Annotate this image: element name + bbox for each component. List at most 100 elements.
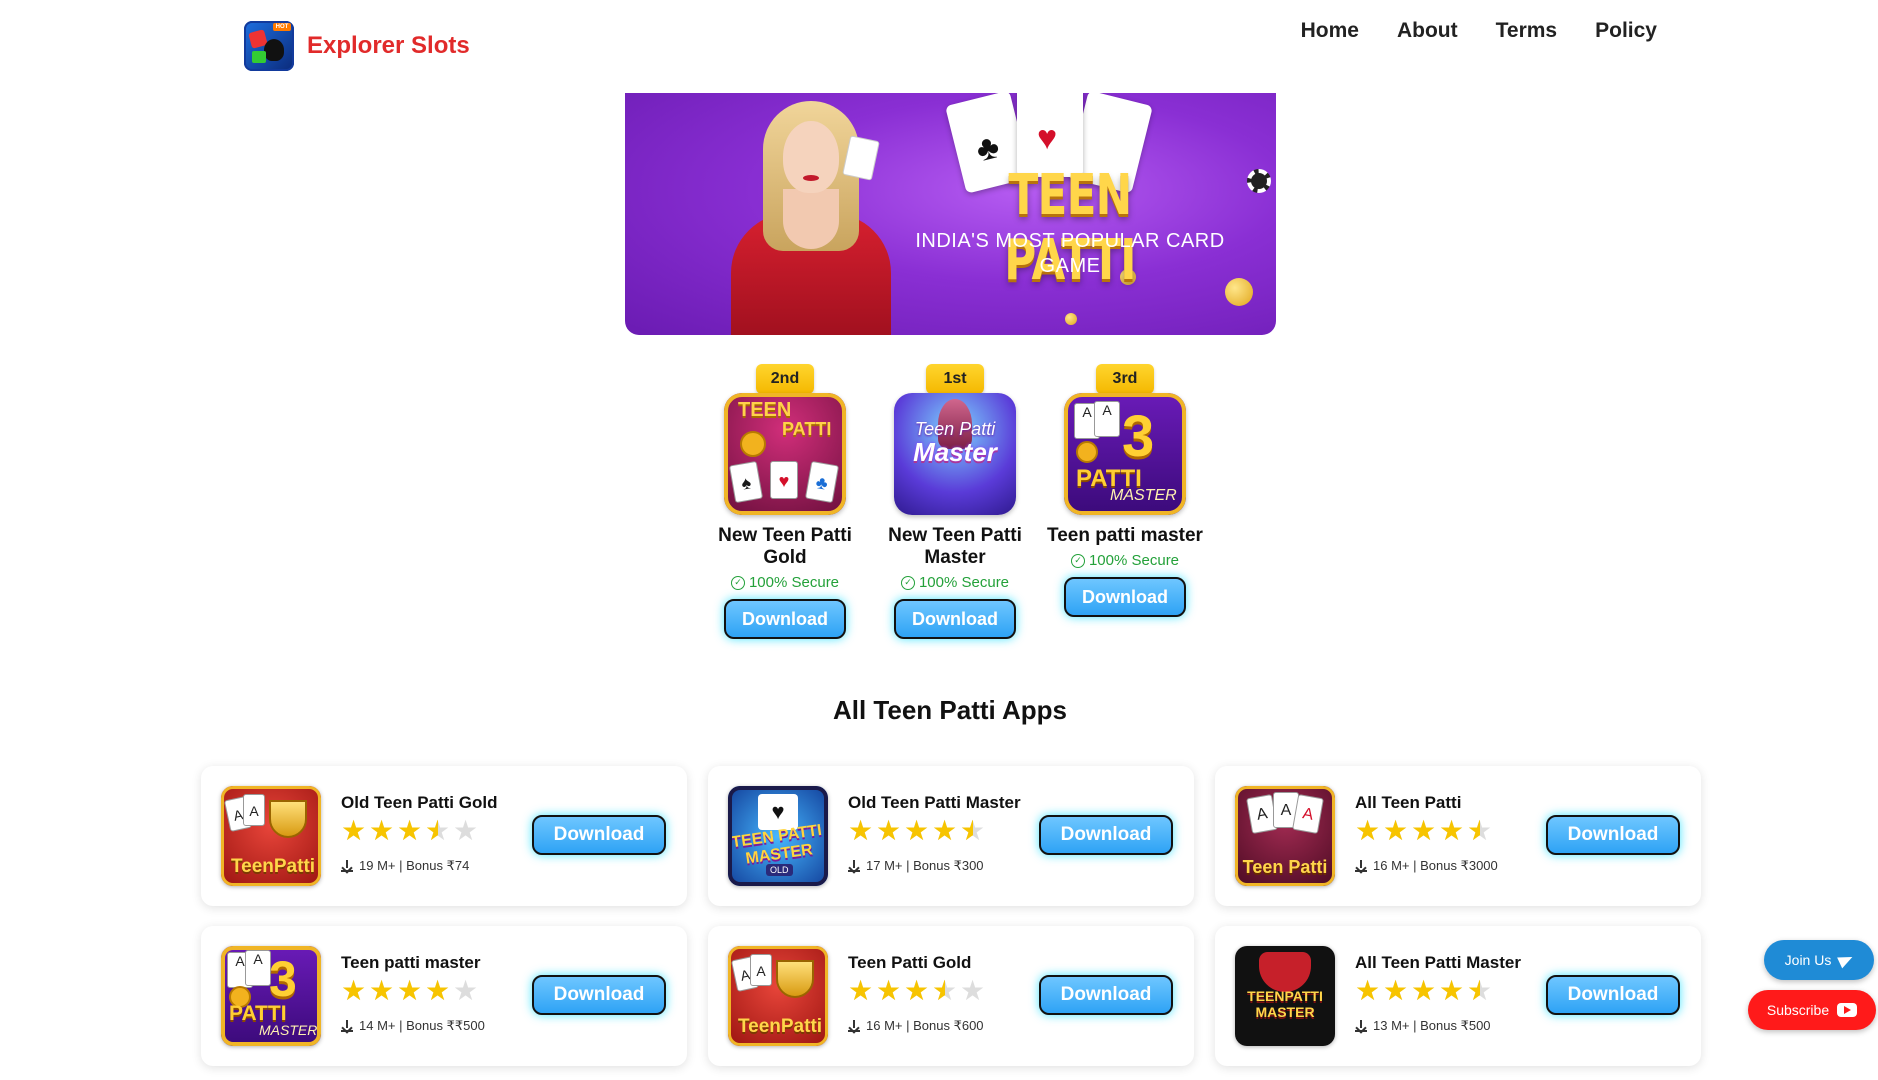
download-button[interactable]: Download — [532, 975, 666, 1015]
youtube-icon — [1837, 1003, 1858, 1017]
download-button[interactable]: Download — [532, 815, 666, 855]
check-circle-icon: ✓ — [730, 575, 745, 590]
secure-label: ✓ 100% Secure — [700, 574, 870, 591]
app-meta: 14 M+ | Bonus ₹₹500 — [341, 1018, 485, 1034]
star-icon: ★★ — [369, 815, 395, 846]
star-icon: ★★ — [932, 815, 958, 846]
app-meta: 16 M+ | Bonus ₹3000 — [1355, 858, 1498, 874]
download-button[interactable]: Download — [894, 599, 1016, 639]
download-icon — [1355, 1020, 1367, 1032]
nav-policy[interactable]: Policy — [1595, 19, 1657, 43]
app-meta: 16 M+ | Bonus ₹600 — [848, 1018, 984, 1034]
top-app-name[interactable]: Teen patti master — [1040, 525, 1210, 547]
app-name[interactable]: Teen Patti Gold — [848, 953, 971, 973]
star-rating: ★★★★★★★★★★ — [341, 815, 479, 846]
star-icon: ★★ — [1411, 975, 1437, 1006]
rank-badge: 1st — [926, 364, 984, 394]
star-icon: ★★ — [1439, 815, 1465, 846]
star-icon: ★★ — [341, 815, 367, 846]
app-name[interactable]: All Teen Patti — [1355, 793, 1461, 813]
patti-master-3-icon[interactable]: AA 3 PATTI MASTER — [221, 946, 321, 1046]
download-icon — [1355, 860, 1367, 872]
star-rating: ★★★★★★★★★★ — [1355, 815, 1493, 846]
download-icon — [341, 1020, 353, 1032]
download-button[interactable]: Download — [1546, 815, 1680, 855]
download-icon — [848, 1020, 860, 1032]
star-icon: ★★ — [1355, 815, 1381, 846]
star-rating: ★★★★★★★★★★ — [848, 975, 986, 1006]
brand-link[interactable]: HOT Explorer Slots — [244, 21, 470, 71]
download-button[interactable]: Download — [724, 599, 846, 639]
top-apps: 2nd TEEN PATTI ♠ ♥ ♣ New Teen Patti Gold ✓ 1… — [700, 364, 1203, 654]
nav-about[interactable]: About — [1397, 19, 1458, 43]
top-app-name[interactable]: New Teen Patti Gold — [700, 525, 870, 569]
star-icon: ★★ — [341, 975, 367, 1006]
subscribe-label: Subscribe — [1766, 1002, 1830, 1018]
star-icon: ★★ — [1355, 975, 1381, 1006]
top-app-card: 1st Teen Patti Master New Teen Patti Mast… — [870, 364, 1040, 639]
star-icon: ★★ — [904, 975, 930, 1006]
join-us-label: Join Us — [1784, 952, 1832, 968]
app-name[interactable]: All Teen Patti Master — [1355, 953, 1521, 973]
old-teen-patti-master-icon[interactable]: ♥ TEEN PATTI MASTER OLD — [728, 786, 828, 886]
app-name[interactable]: Teen patti master — [341, 953, 481, 973]
join-us-button[interactable]: Join Us — [1764, 940, 1874, 980]
download-button[interactable]: Download — [1039, 815, 1173, 855]
star-icon: ★★ — [1411, 815, 1437, 846]
banner-subtitle: INDIA'S MOST POPULAR CARD GAME — [915, 230, 1225, 277]
all-teen-patti-master-icon[interactable]: TEENPATTI MASTER — [1235, 946, 1335, 1046]
main-nav: Home About Terms Policy — [1301, 19, 1657, 43]
star-icon: ★★ — [848, 975, 874, 1006]
coin-icon — [1065, 313, 1077, 325]
app-card: AA 3 PATTI MASTER Teen patti master ★ ★ ★ ★ ★… — [201, 926, 687, 1066]
telegram-icon — [1837, 951, 1856, 969]
app-card: AATeenPatti Teen Patti Gold ★★★★★★★★★★ 1… — [708, 926, 1194, 1066]
teen-patti-master-icon[interactable]: Teen Patti Master — [894, 393, 1016, 515]
check-circle-icon: ✓ — [900, 575, 915, 590]
rank-badge: 2nd — [756, 364, 814, 394]
section-title: All Teen Patti Apps — [832, 695, 1068, 725]
app-meta: 17 M+ | Bonus ₹300 — [848, 858, 984, 874]
star-icon: ★★ — [1383, 975, 1409, 1006]
nav-terms[interactable]: Terms — [1496, 19, 1557, 43]
download-icon — [341, 860, 353, 872]
star-icon: ★★ — [425, 975, 451, 1006]
star-icon: ★★ — [960, 815, 986, 846]
banner-model-image — [671, 93, 891, 335]
star-icon: ★★ — [876, 975, 902, 1006]
star-icon: ★★ — [960, 975, 986, 1006]
download-button[interactable]: Download — [1039, 975, 1173, 1015]
star-rating: ★★★★★★★★★★ — [1355, 975, 1493, 1006]
app-meta: 13 M+ | Bonus ₹500 — [1355, 1018, 1491, 1034]
star-icon: ★★ — [1467, 815, 1493, 846]
star-icon: ★★ — [369, 975, 395, 1006]
star-icon: ★★ — [397, 975, 423, 1006]
site-header: HOT Explorer Slots Home About Terms Poli… — [0, 0, 1878, 92]
star-icon: ★★ — [397, 815, 423, 846]
subscribe-button[interactable]: Subscribe — [1748, 990, 1876, 1030]
hero-banner: ♣ ♥ TEEN PATTI INDIA'S MOST POPULAR CARD… — [625, 93, 1276, 335]
star-icon: ★★ — [848, 815, 874, 846]
brand-name: Explorer Slots — [307, 32, 470, 59]
star-icon: ★★ — [425, 815, 451, 846]
brand-logo-icon: HOT — [244, 21, 294, 71]
all-teen-patti-icon[interactable]: A A A Teen Patti — [1235, 786, 1335, 886]
star-icon: ★★ — [453, 975, 479, 1006]
download-button[interactable]: Download — [1064, 577, 1186, 617]
nav-home[interactable]: Home — [1301, 19, 1359, 43]
patti-master-3-icon[interactable]: AA3 PATTI MASTER — [1064, 393, 1186, 515]
app-card: TEENPATTI MASTER All Teen Patti Master ★ ★… — [1215, 926, 1701, 1066]
teen-patti-gold-icon[interactable]: TEEN PATTI ♠ ♥ ♣ — [724, 393, 846, 515]
old-teen-patti-gold-icon[interactable]: A A TeenPatti — [221, 786, 321, 886]
star-icon: ★★ — [1467, 975, 1493, 1006]
top-app-card: 3rd AA3 PATTI MASTER Teen patti master ✓ 1… — [1040, 364, 1210, 617]
app-name[interactable]: Old Teen Patti Gold — [341, 793, 497, 813]
top-app-name[interactable]: New Teen Patti Master — [870, 525, 1040, 569]
coin-icon — [1225, 278, 1253, 306]
teen-patti-gold-trophy-icon[interactable]: A A TeenPatti — [728, 946, 828, 1046]
download-icon — [848, 860, 860, 872]
download-button[interactable]: Download — [1546, 975, 1680, 1015]
app-name[interactable]: Old Teen Patti Master — [848, 793, 1021, 813]
star-icon: ★★ — [904, 815, 930, 846]
top-app-card: 2nd TEEN PATTI ♠ ♥ ♣ New Teen Patti Gold ✓ 1… — [700, 364, 870, 639]
